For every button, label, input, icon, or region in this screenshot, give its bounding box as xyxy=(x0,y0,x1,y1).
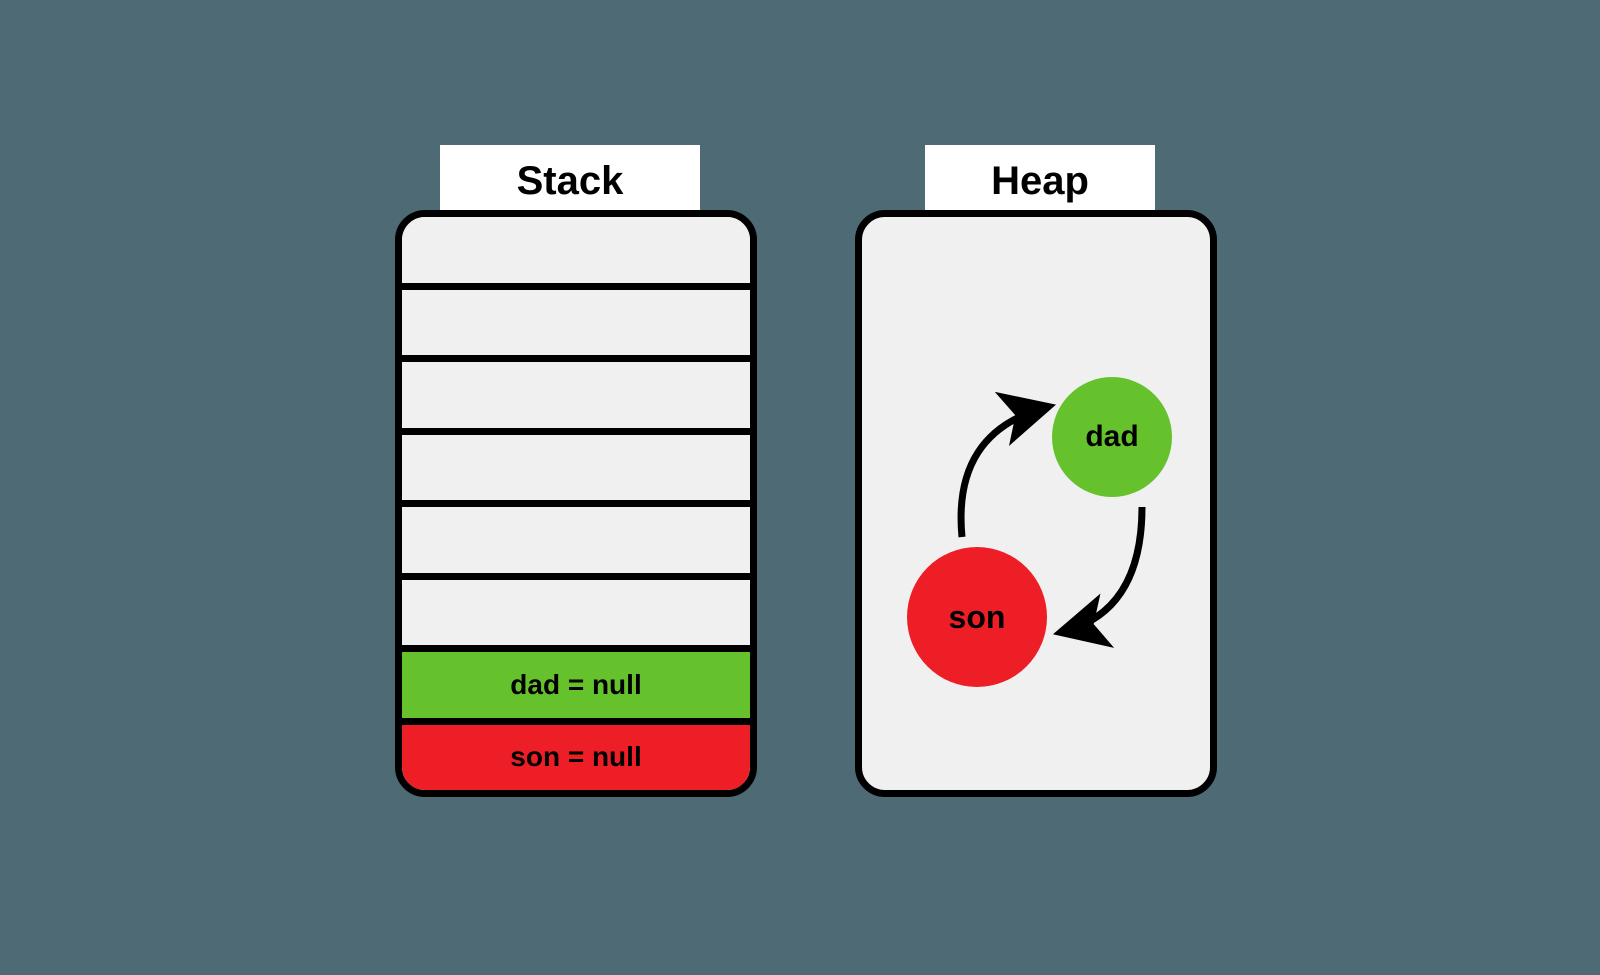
stack-row-dad: dad = null xyxy=(402,645,750,718)
stack-title-card: Stack xyxy=(440,145,700,217)
stack-row-son: son = null xyxy=(402,718,750,791)
heap-node-dad: dad xyxy=(1052,377,1172,497)
stack-row-son-label: son = null xyxy=(510,741,641,773)
stack-row-0 xyxy=(402,217,750,283)
heap-title-text: Heap xyxy=(991,159,1089,204)
arrow-dad-to-son xyxy=(1062,507,1142,632)
heap-title-card: Heap xyxy=(925,145,1155,217)
stack-row-5 xyxy=(402,573,750,646)
stack-rows: dad = null son = null xyxy=(402,217,750,790)
stack-panel: dad = null son = null xyxy=(395,210,757,797)
stack-row-4 xyxy=(402,500,750,573)
diagram-canvas: Stack dad = null son = null Heap dad son xyxy=(0,0,1600,975)
arrow-son-to-dad xyxy=(961,407,1047,537)
stack-row-dad-label: dad = null xyxy=(510,669,641,701)
stack-row-3 xyxy=(402,428,750,501)
stack-row-1 xyxy=(402,283,750,356)
heap-node-son-label: son xyxy=(949,599,1006,636)
heap-node-dad-label: dad xyxy=(1085,420,1138,454)
heap-panel: dad son xyxy=(855,210,1217,797)
heap-node-son: son xyxy=(907,547,1047,687)
stack-row-2 xyxy=(402,355,750,428)
heap-arrows xyxy=(862,217,1210,790)
stack-title-text: Stack xyxy=(517,159,624,204)
